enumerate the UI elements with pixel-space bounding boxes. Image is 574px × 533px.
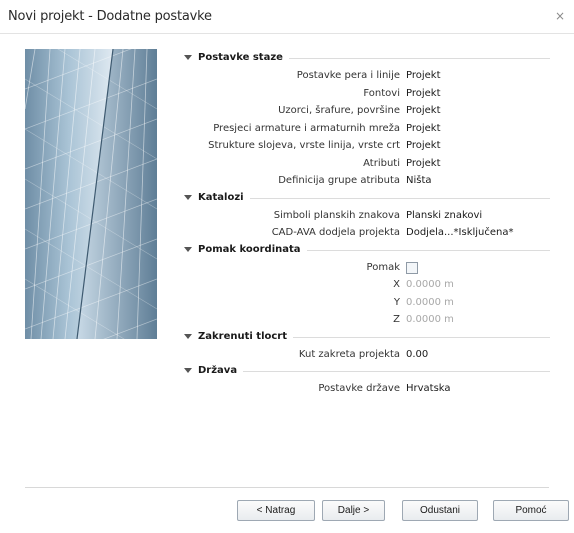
section-header[interactable]: Država: [170, 363, 550, 380]
title-separator: [0, 33, 574, 34]
section-divider: [198, 371, 550, 372]
property-label: X: [393, 279, 400, 290]
section-1: Katalozi Simboli planskih znakova Planski …: [170, 189, 550, 242]
offset-checkbox[interactable]: [406, 261, 418, 274]
property-label: Uzorci, šrafure, površine: [278, 105, 400, 116]
property-row: Presjeci armature i armaturnih mreža Proj…: [170, 120, 550, 138]
section-divider: [198, 197, 550, 199]
section-title: Pomak koordinata: [198, 241, 307, 258]
close-icon[interactable]: ×: [552, 8, 568, 24]
footer-separator: [25, 487, 549, 488]
triangle-down-icon[interactable]: [184, 368, 192, 373]
section-2: Pomak koordinata Pomak X 0.0000 m Y 0.0000 mZ…: [170, 241, 550, 329]
property-value[interactable]: Projekt: [406, 137, 441, 155]
property-value[interactable]: Projekt: [406, 85, 441, 103]
property-label: Fontovi: [363, 87, 400, 99]
property-value[interactable]: 0.0000 m: [406, 276, 454, 294]
property-label: Definicija grupe atributa: [278, 175, 400, 186]
property-value[interactable]: Projekt: [406, 120, 441, 138]
checkbox-label: Pomak: [366, 261, 400, 273]
section-header[interactable]: Katalozi: [170, 189, 550, 207]
property-value[interactable]: 0.0000 m: [406, 294, 454, 312]
skyscraper-illustration: [25, 49, 157, 339]
triangle-down-icon[interactable]: [184, 194, 192, 200]
property-row: Postavke pera i linije Projekt: [170, 67, 550, 85]
settings-property-grid: Postavke staze Postavke pera i linije Proj…: [170, 50, 550, 398]
property-value[interactable]: Hrvatska: [406, 380, 451, 398]
property-row: Uzorci, šrafure, površine Projekt: [170, 102, 550, 120]
section-header[interactable]: Pomak koordinata: [170, 241, 550, 259]
property-label: Postavke pera i linije: [296, 70, 400, 81]
property-row: Atributi Projekt: [170, 155, 550, 173]
property-label: Atributi: [363, 157, 400, 169]
checkbox-row: Pomak: [170, 259, 550, 277]
property-label: Kut zakreta projekta: [298, 348, 400, 360]
section-title: Postavke staze: [198, 50, 289, 66]
help-button[interactable]: Pomoć: [493, 500, 569, 521]
property-value[interactable]: Planski znakovi: [406, 207, 482, 225]
property-label: Strukture slojeva, vrste linija, vrste c…: [208, 140, 400, 151]
section-header[interactable]: Postavke staze: [170, 50, 550, 67]
property-row: Fontovi Projekt: [170, 85, 550, 103]
glass-skyscraper-image: [25, 49, 157, 339]
property-row: Definicija grupe atributa Ništa: [170, 172, 550, 190]
back-button[interactable]: < Natrag: [237, 500, 315, 521]
property-label: Presjeci armature i armaturnih mreža: [213, 122, 400, 134]
section-title: Zakrenuti tlocrt: [198, 328, 294, 345]
property-value[interactable]: Ništa: [406, 172, 432, 190]
window-title: Novi projekt - Dodatne postavke: [8, 9, 212, 24]
property-label: Simboli planskih znakova: [273, 209, 400, 221]
section-title: Katalozi: [198, 189, 250, 206]
property-value[interactable]: Projekt: [406, 67, 441, 85]
cancel-button[interactable]: Odustani: [402, 500, 478, 521]
section-0: Postavke staze Postavke pera i linije Proj…: [170, 50, 550, 190]
property-row: X 0.0000 m: [170, 276, 550, 294]
next-button[interactable]: Dalje >: [322, 500, 385, 521]
property-row: CAD-AVA dodjela projekta Dodjela...*Isklj…: [170, 224, 550, 242]
property-label: Y: [393, 296, 400, 308]
triangle-down-icon[interactable]: [184, 246, 192, 252]
property-label: Postavke države: [318, 383, 400, 394]
property-row: Simboli planskih znakova Planski znakovi: [170, 207, 550, 225]
property-label: Z: [393, 314, 400, 325]
triangle-down-icon[interactable]: [184, 55, 192, 60]
property-value[interactable]: Projekt: [406, 102, 441, 120]
triangle-down-icon[interactable]: [184, 333, 192, 339]
property-value[interactable]: Dodjela...*Isključena*: [406, 224, 514, 242]
property-value[interactable]: Projekt: [406, 155, 441, 173]
section-header[interactable]: Zakrenuti tlocrt: [170, 328, 550, 346]
property-label: CAD-AVA dodjela projekta: [271, 227, 400, 238]
property-row: Strukture slojeva, vrste linija, vrste c…: [170, 137, 550, 155]
section-4: Država Postavke države Hrvatska: [170, 363, 550, 398]
property-row: Z 0.0000 m: [170, 311, 550, 329]
section-title: Država: [198, 363, 244, 379]
property-value[interactable]: 0.0000 m: [406, 311, 454, 329]
property-row: Kut zakreta projekta 0.00: [170, 346, 550, 364]
title-bar: Novi projekt - Dodatne postavke ×: [0, 0, 574, 34]
property-row: Y 0.0000 m: [170, 294, 550, 312]
property-row: Postavke države Hrvatska: [170, 380, 550, 398]
property-value[interactable]: 0.00: [406, 346, 428, 364]
section-3: Zakrenuti tlocrt Kut zakreta projekta 0.00: [170, 328, 550, 364]
